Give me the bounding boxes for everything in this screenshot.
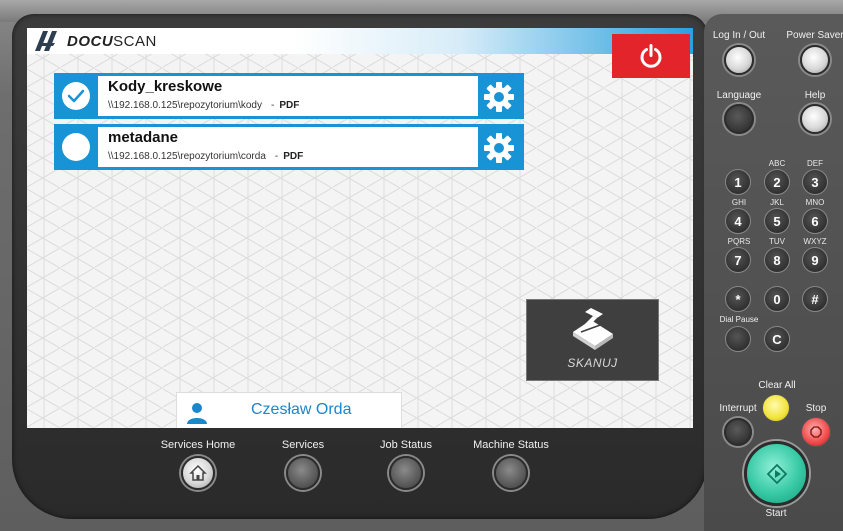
services-group: Services xyxy=(268,439,338,451)
key-1[interactable]: 1 xyxy=(725,169,751,195)
job-status-button[interactable] xyxy=(389,456,423,490)
job-path: \\192.168.0.125\repozytorium\kody xyxy=(108,100,262,111)
app-logo: DOCU SCAN xyxy=(35,31,157,51)
stop-button[interactable] xyxy=(801,417,831,447)
power-saver-label: Power Saver xyxy=(786,30,843,41)
job-select-toggle[interactable] xyxy=(62,82,90,110)
key-2-letters: ABC xyxy=(768,159,786,168)
user-icon xyxy=(187,403,207,424)
scanner-icon xyxy=(573,308,613,350)
job-path-line: \\192.168.0.125\repozytorium\corda - PDF xyxy=(108,151,303,162)
machine-status-label: Machine Status xyxy=(473,439,549,451)
job-status-label: Job Status xyxy=(380,439,432,451)
interrupt-button[interactable] xyxy=(724,418,752,446)
job-info[interactable]: metadane \\192.168.0.125\repozytorium\co… xyxy=(98,127,478,167)
start-button[interactable] xyxy=(744,441,809,506)
job-name: metadane xyxy=(108,129,179,146)
checkmark-icon xyxy=(67,89,85,103)
power-button[interactable] xyxy=(612,34,690,78)
user-name: Czesław Orda xyxy=(251,401,352,418)
key-0[interactable]: 0 xyxy=(764,286,790,312)
log-in-out-button[interactable] xyxy=(724,45,754,75)
key-6[interactable]: 6 xyxy=(802,208,828,234)
job-settings-button[interactable] xyxy=(482,131,516,165)
header-bar: DOCU SCAN xyxy=(27,28,693,54)
interrupt-label: Interrupt xyxy=(719,403,757,414)
job-path-line: \\192.168.0.125\repozytorium\kody - PDF xyxy=(108,100,299,111)
key-5-letters: JKL xyxy=(770,198,784,207)
clear-all-label: Clear All xyxy=(758,380,796,391)
job-separator: - xyxy=(270,100,275,111)
key-9[interactable]: 9 xyxy=(802,247,828,273)
key-hash[interactable]: # xyxy=(802,286,828,312)
scan-label: SKANUJ xyxy=(567,356,618,370)
logo-text-bold: DOCU xyxy=(67,32,114,50)
key-4-letters: GHI xyxy=(731,198,747,207)
services-home-button[interactable] xyxy=(181,456,215,490)
key-7-letters: PQRS xyxy=(727,237,751,246)
services-home-label: Services Home xyxy=(160,439,236,451)
clear-all-button[interactable] xyxy=(762,394,790,422)
home-icon xyxy=(189,464,207,481)
help-label: Help xyxy=(804,90,826,101)
job-row-metadane[interactable]: metadane \\192.168.0.125\repozytorium\co… xyxy=(54,124,524,170)
language-label: Language xyxy=(716,90,762,101)
job-row-kody-kreskowe[interactable]: Kody_kreskowe \\192.168.0.125\repozytori… xyxy=(54,73,524,119)
help-button[interactable] xyxy=(800,104,830,134)
key-7[interactable]: 7 xyxy=(725,247,751,273)
start-label: Start xyxy=(765,508,787,519)
job-format: PDF xyxy=(283,151,304,162)
scan-button[interactable]: SKANUJ xyxy=(526,299,659,381)
log-in-out-label: Log In / Out xyxy=(712,30,766,41)
dial-pause-button[interactable] xyxy=(725,326,751,352)
key-9-letters: WXYZ xyxy=(803,237,827,246)
key-8[interactable]: 8 xyxy=(764,247,790,273)
clear-key[interactable]: C xyxy=(764,326,790,352)
key-6-letters: MNO xyxy=(805,198,825,207)
job-settings-button[interactable] xyxy=(482,80,516,114)
gear-icon xyxy=(484,133,514,163)
gear-icon xyxy=(484,82,514,112)
docuscan-logo-icon xyxy=(35,31,57,51)
job-status-group: Job Status xyxy=(366,439,446,451)
key-3[interactable]: 3 xyxy=(802,169,828,195)
logo-text-light: SCAN xyxy=(113,32,157,50)
power-icon xyxy=(640,44,662,68)
key-8-letters: TUV xyxy=(769,237,785,246)
dial-pause-label: Dial Pause xyxy=(719,315,759,324)
power-saver-button[interactable] xyxy=(800,45,830,75)
key-3-letters: DEF xyxy=(807,159,823,168)
touch-screen: DOCU SCAN Kody_kreskowe \\192.168.0.125\… xyxy=(27,28,693,428)
user-info[interactable]: Czesław Orda xyxy=(176,392,402,428)
job-select-toggle[interactable] xyxy=(62,133,90,161)
job-name: Kody_kreskowe xyxy=(108,78,223,95)
stop-icon xyxy=(810,426,822,438)
stop-label: Stop xyxy=(805,403,827,414)
machine-status-button[interactable] xyxy=(494,456,528,490)
services-home-group: Services Home xyxy=(152,439,244,451)
start-icon xyxy=(766,463,787,484)
job-format: PDF xyxy=(279,100,300,111)
services-button[interactable] xyxy=(286,456,320,490)
job-info[interactable]: Kody_kreskowe \\192.168.0.125\repozytori… xyxy=(98,76,478,116)
job-separator: - xyxy=(274,151,279,162)
machine-status-group: Machine Status xyxy=(464,439,558,451)
printer-device: DOCU SCAN Kody_kreskowe \\192.168.0.125\… xyxy=(0,0,843,531)
services-label: Services xyxy=(281,439,325,451)
job-path: \\192.168.0.125\repozytorium\corda xyxy=(108,151,266,162)
key-asterisk[interactable]: * xyxy=(725,286,751,312)
key-5[interactable]: 5 xyxy=(764,208,790,234)
key-4[interactable]: 4 xyxy=(725,208,751,234)
language-button[interactable] xyxy=(724,104,754,134)
key-2[interactable]: 2 xyxy=(764,169,790,195)
